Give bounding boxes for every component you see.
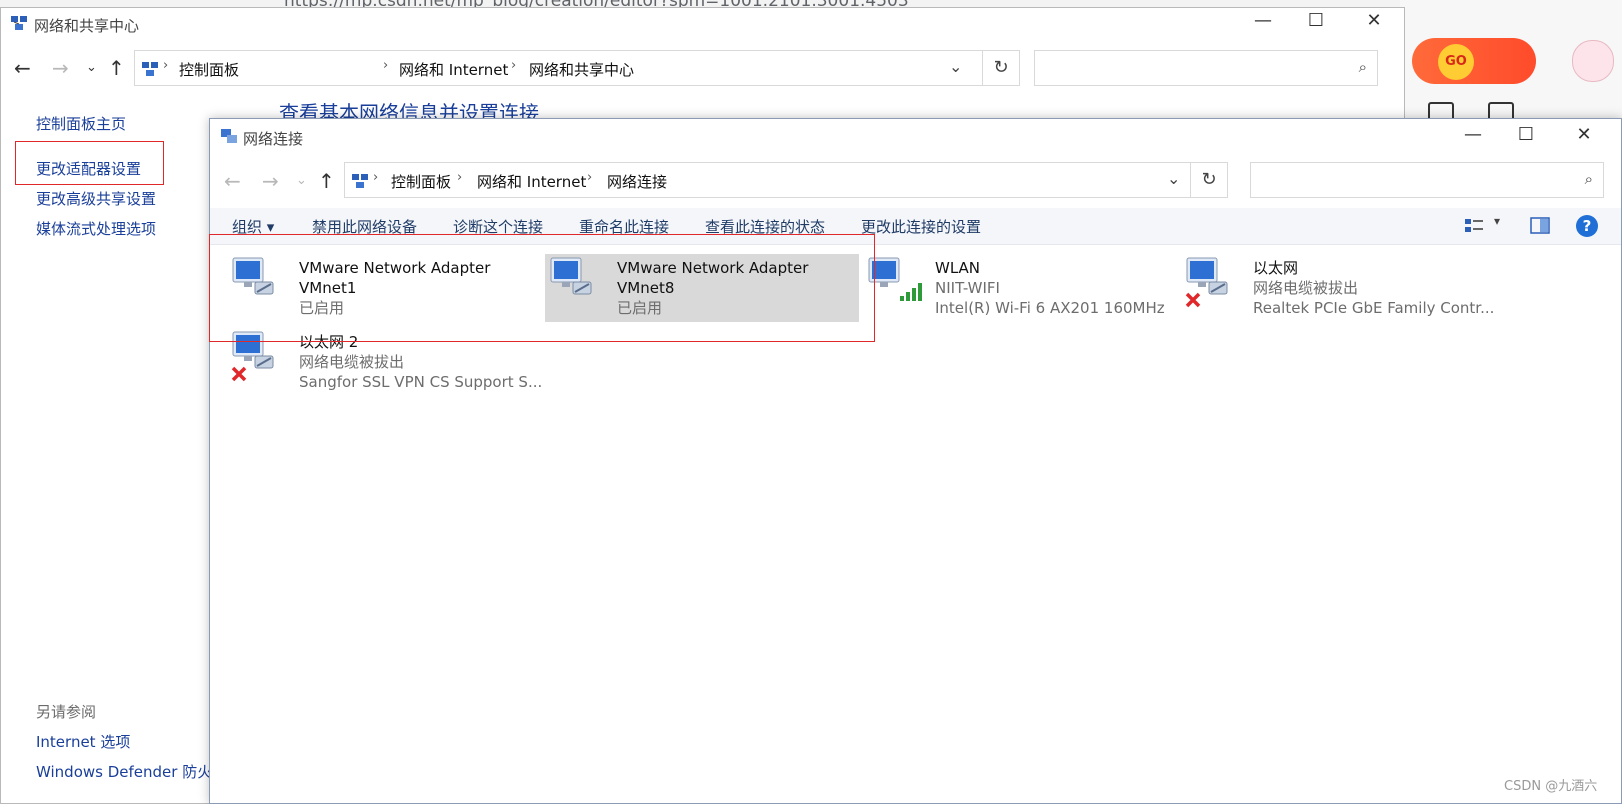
adapter-name: 以太网 (1253, 259, 1299, 277)
red-x-icon (231, 366, 247, 382)
window-title: 网络连接 (243, 130, 304, 148)
adapter-status: NIIT-WIFI (935, 279, 1000, 297)
refresh-button[interactable]: ↻ (982, 50, 1020, 86)
adapter-item-wlan[interactable]: WLAN NIIT-WIFI Intel(R) Wi-Fi 6 AX201 16… (867, 256, 1177, 322)
sidebar-item-home[interactable]: 控制面板主页 (36, 113, 126, 134)
red-x-icon (1185, 292, 1201, 308)
highlight-box-adapters (209, 234, 875, 342)
maximize-button[interactable]: ☐ (1293, 10, 1339, 31)
up-button[interactable]: ↑ (318, 169, 335, 193)
network-window-icon (11, 16, 27, 30)
promo-banner[interactable] (1412, 38, 1536, 84)
view-options-icon[interactable] (1464, 217, 1484, 235)
breadcrumb-separator-icon: › (163, 58, 169, 73)
breadcrumb-control-panel[interactable]: 控制面板 (179, 59, 239, 80)
forward-button[interactable]: → (52, 56, 69, 80)
chevron-down-icon[interactable]: ⌄ (949, 57, 962, 76)
adapter-status: 网络电缆被拔出 (299, 353, 405, 371)
back-button[interactable]: ← (224, 169, 241, 193)
sidebar-item-media-streaming[interactable]: 媒体流式处理选项 (36, 218, 156, 239)
search-icon: ⌕ (1358, 58, 1367, 76)
breadcrumb-network-internet[interactable]: 网络和 Internet (477, 171, 586, 192)
breadcrumb-control-panel[interactable]: 控制面板 (391, 171, 451, 192)
close-button[interactable]: ✕ (1351, 10, 1397, 31)
control-panel-icon (142, 62, 158, 76)
breadcrumb-separator-icon: › (587, 170, 593, 185)
address-bar[interactable]: › 控制面板 › 网络和 Internet › 网络连接 ⌄ (344, 162, 1198, 198)
recent-locations-icon[interactable]: ⌄ (86, 60, 97, 75)
adapter-status: 网络电缆被拔出 (1253, 279, 1359, 297)
maximize-button[interactable]: ☐ (1503, 124, 1549, 145)
see-also-internet-options[interactable]: Internet 选项 (36, 731, 130, 752)
breadcrumb-network-internet[interactable]: 网络和 Internet (399, 59, 508, 80)
see-also-firewall[interactable]: Windows Defender 防火 (36, 761, 212, 782)
adapter-item-ethernet[interactable]: 以太网 网络电缆被拔出 Realtek PCIe GbE Family Cont… (1185, 256, 1494, 322)
wifi-signal-icon (900, 283, 922, 301)
highlight-box-sidebar (15, 141, 164, 185)
window-title: 网络和共享中心 (34, 17, 140, 35)
preview-pane-icon[interactable] (1530, 217, 1550, 234)
watermark: CSDN @九酒六 (1504, 779, 1598, 794)
recent-locations-icon[interactable]: ⌄ (296, 173, 307, 188)
minimize-button[interactable]: — (1450, 124, 1496, 145)
chevron-down-icon[interactable]: ⌄ (1167, 169, 1180, 188)
view-dropdown-icon[interactable]: ▾ (1494, 214, 1500, 228)
change-settings-button[interactable]: 更改此连接的设置 (861, 216, 981, 237)
search-icon: ⌕ (1584, 170, 1593, 188)
breadcrumb-separator-icon: › (457, 170, 463, 185)
back-button[interactable]: ← (14, 56, 31, 80)
adapter-device: Realtek PCIe GbE Family Contr... (1253, 299, 1495, 317)
breadcrumb-current[interactable]: 网络和共享中心 (529, 59, 634, 80)
breadcrumb-separator-icon: › (511, 58, 517, 73)
close-button[interactable]: ✕ (1561, 124, 1607, 145)
refresh-button[interactable]: ↻ (1190, 162, 1228, 198)
minimize-button[interactable]: — (1240, 10, 1286, 31)
see-also-heading: 另请参阅 (36, 703, 97, 721)
search-input[interactable]: ⌕ (1034, 50, 1378, 86)
adapter-device: Intel(R) Wi-Fi 6 AX201 160MHz (935, 299, 1165, 317)
breadcrumb-separator-icon: › (373, 170, 379, 185)
adapter-device: Sangfor SSL VPN CS Support S... (299, 373, 543, 391)
promo-go-badge[interactable]: GO (1438, 44, 1474, 80)
control-panel-icon (352, 174, 368, 188)
address-bar[interactable]: › 控制面板 › 网络和 Internet › 网络和共享中心 ⌄ (134, 50, 990, 86)
adapter-name: WLAN (935, 259, 981, 277)
forward-button[interactable]: → (262, 169, 279, 193)
network-connections-icon (221, 129, 237, 143)
up-button[interactable]: ↑ (108, 56, 125, 80)
breadcrumb-separator-icon: › (383, 58, 389, 73)
breadcrumb-current[interactable]: 网络连接 (607, 171, 667, 192)
avatar[interactable] (1572, 40, 1614, 82)
search-input[interactable]: ⌕ (1250, 162, 1604, 198)
sidebar-item-advanced-sharing[interactable]: 更改高级共享设置 (36, 188, 156, 209)
help-icon[interactable]: ? (1576, 215, 1598, 237)
